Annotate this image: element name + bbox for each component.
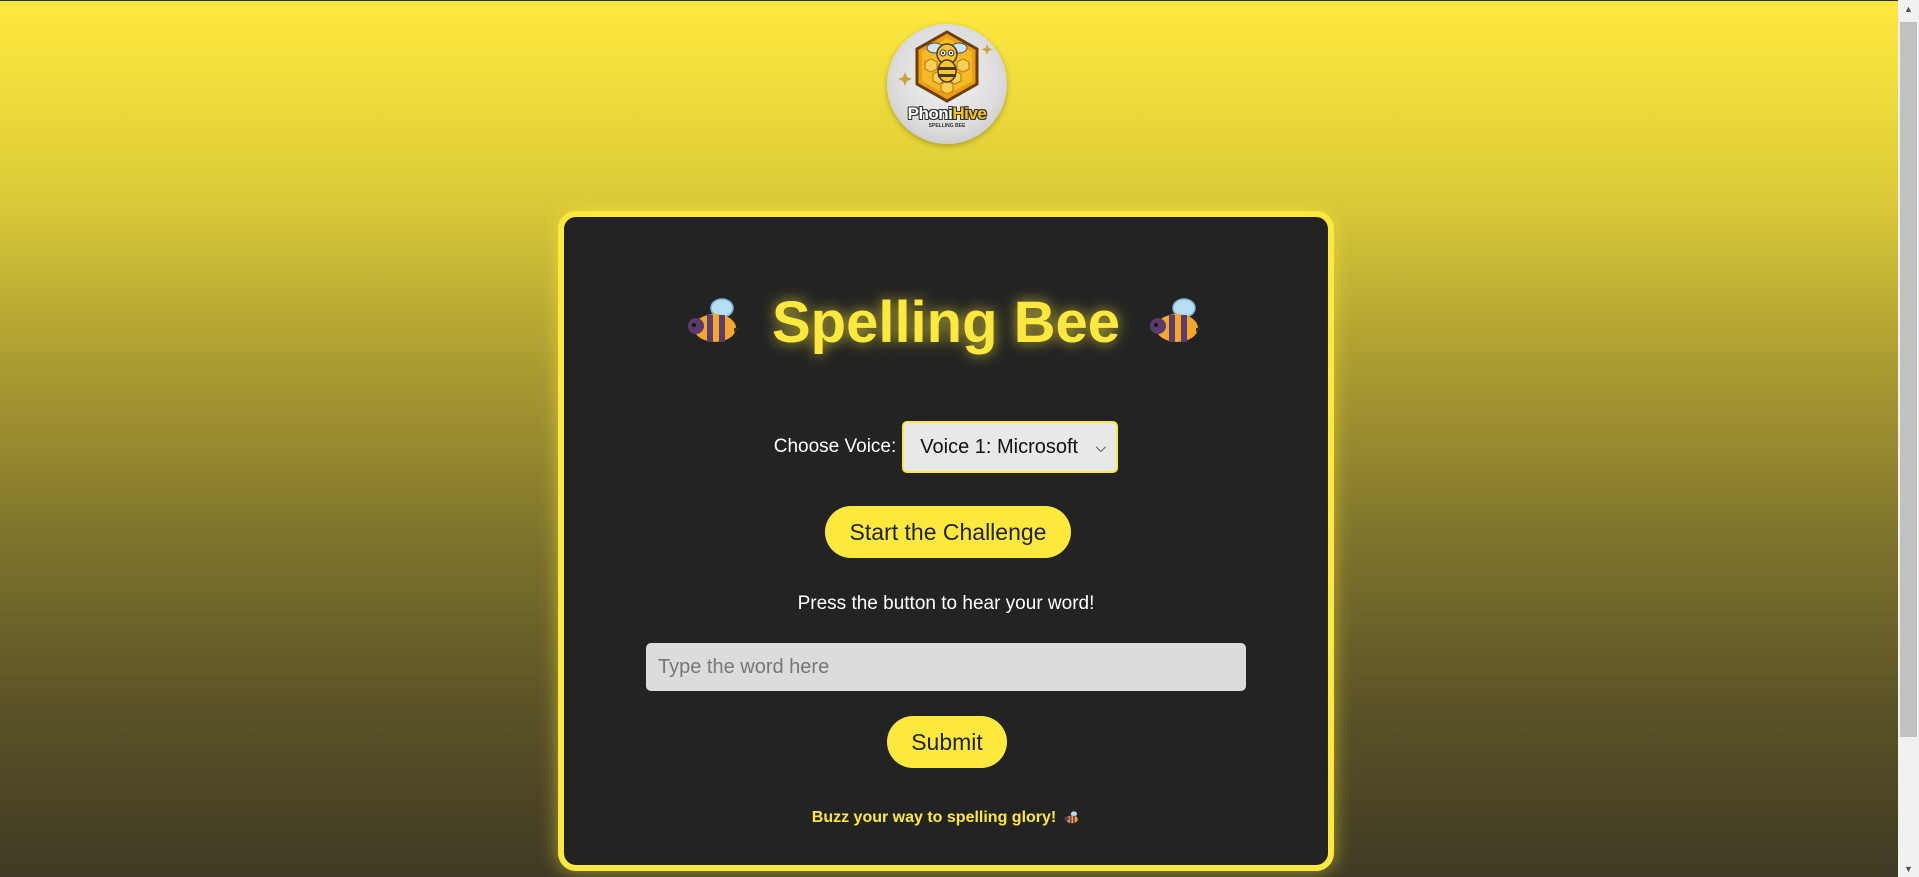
window-top-edge bbox=[0, 0, 1898, 1]
instruction-text: Press the button to hear your word! bbox=[797, 593, 1095, 614]
word-input[interactable] bbox=[646, 643, 1246, 691]
start-challenge-button[interactable]: Start the Challenge bbox=[825, 506, 1071, 558]
title-row: Spelling Bee bbox=[564, 289, 1328, 356]
footer-message: Buzz your way to spelling glory! bbox=[564, 809, 1328, 827]
voice-select[interactable]: Voice 1: Microsoft ⌵ bbox=[902, 421, 1119, 473]
voice-select-value: Voice 1: Microsoft bbox=[920, 435, 1079, 458]
voice-label: Choose Voice: bbox=[773, 436, 897, 457]
phonihive-logo: PhoniHive SPELLING BEE bbox=[887, 24, 1007, 144]
bee-emoji-icon bbox=[1150, 297, 1203, 342]
scroll-down-icon[interactable]: ▼ bbox=[1898, 860, 1919, 877]
logo-wordmark: PhoniHive bbox=[907, 104, 987, 123]
chevron-down-icon: ⌵ bbox=[1095, 438, 1107, 455]
game-card: Spelling Bee Choose Voice: Voice 1: Micr… bbox=[558, 211, 1334, 871]
voice-row: Choose Voice: Voice 1: Microsoft ⌵ bbox=[564, 421, 1328, 473]
bee-emoji-icon bbox=[687, 297, 740, 342]
scroll-up-icon[interactable]: ▲ bbox=[1898, 0, 1919, 17]
logo-tagline: SPELLING BEE bbox=[928, 123, 966, 129]
scrollbar-thumb[interactable] bbox=[1900, 22, 1917, 737]
vertical-scrollbar[interactable]: ▲ ▼ bbox=[1898, 0, 1919, 877]
submit-button[interactable]: Submit bbox=[887, 716, 1007, 768]
footer-text: Buzz your way to spelling glory! bbox=[811, 809, 1057, 826]
page-title: Spelling Bee bbox=[771, 290, 1121, 355]
bee-emoji-icon bbox=[1064, 811, 1079, 824]
